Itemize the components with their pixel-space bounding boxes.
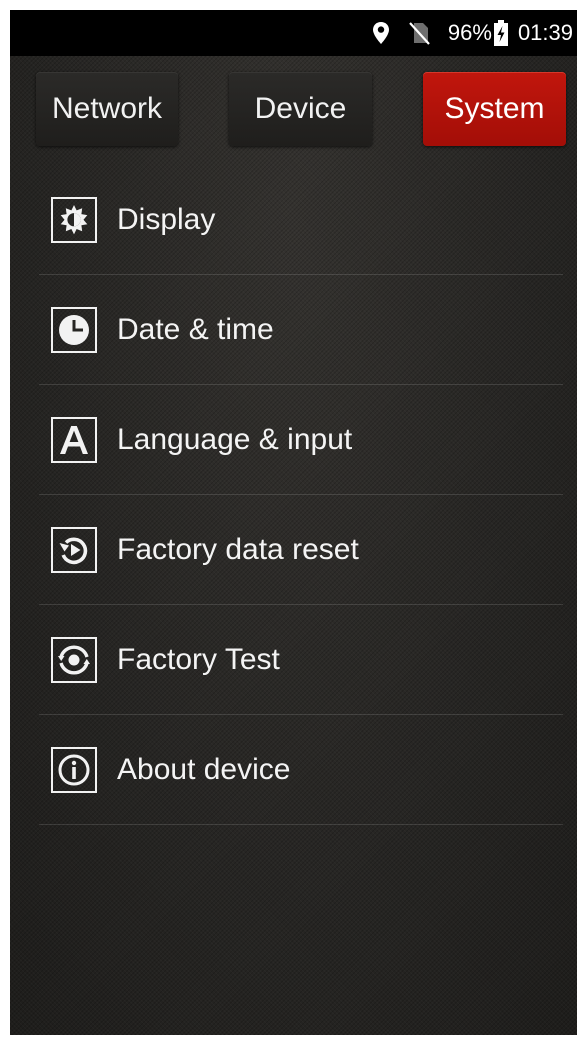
- settings-menu-list: Display Date & time Language & input Fac…: [39, 165, 563, 825]
- menu-item-factory-test[interactable]: Factory Test: [39, 605, 563, 715]
- menu-item-label: About device: [117, 752, 291, 786]
- tab-device[interactable]: Device: [229, 72, 372, 146]
- menu-item-date-time[interactable]: Date & time: [39, 275, 563, 385]
- location-pin-icon: [372, 21, 390, 45]
- battery-charging-icon: [493, 20, 508, 46]
- language-a-icon: [51, 416, 97, 463]
- menu-item-display[interactable]: Display: [39, 165, 563, 275]
- menu-item-language-input[interactable]: Language & input: [39, 385, 563, 495]
- status-bar: 96% 01:39: [10, 10, 577, 56]
- settings-screen: 96% 01:39 Network Device System Display: [10, 10, 577, 1035]
- reset-icon: [51, 526, 97, 573]
- factory-test-icon: [51, 636, 97, 683]
- menu-item-label: Factory data reset: [117, 532, 359, 566]
- menu-item-label: Display: [117, 202, 216, 236]
- battery-percent: 96%: [447, 20, 492, 45]
- status-clock: 01:39: [517, 20, 573, 45]
- clock-icon: [51, 306, 97, 353]
- menu-item-label: Language & input: [117, 422, 353, 456]
- info-icon: [51, 746, 97, 793]
- tab-bar: Network Device System: [10, 72, 577, 146]
- menu-item-label: Date & time: [117, 312, 274, 346]
- menu-item-label: Factory Test: [117, 642, 280, 676]
- display-brightness-icon: [51, 196, 97, 243]
- menu-item-about-device[interactable]: About device: [39, 715, 563, 825]
- menu-item-factory-data-reset[interactable]: Factory data reset: [39, 495, 563, 605]
- tab-system[interactable]: System: [423, 72, 566, 146]
- tab-network[interactable]: Network: [36, 72, 178, 146]
- no-sim-icon: [408, 21, 430, 45]
